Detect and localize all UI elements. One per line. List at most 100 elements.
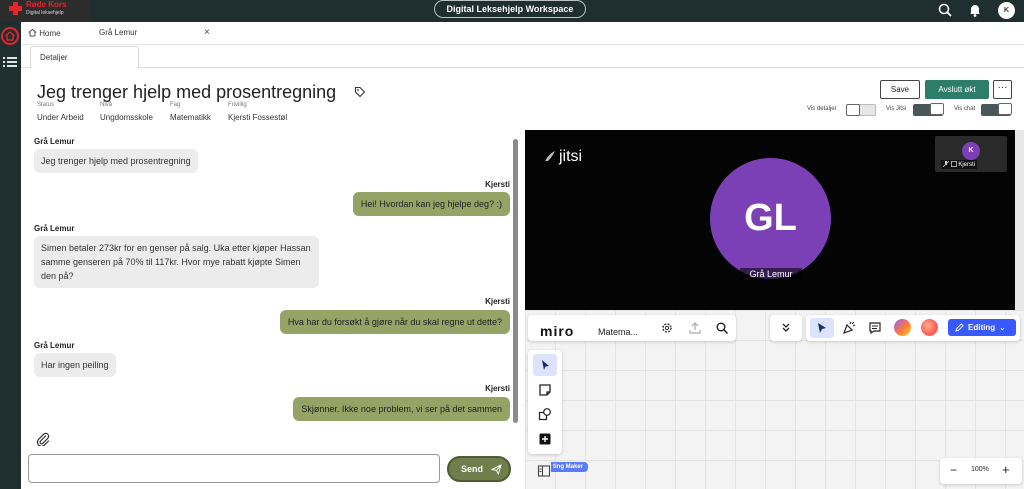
more-options-button[interactable]: ···: [993, 80, 1012, 99]
list-icon[interactable]: [3, 56, 17, 68]
volunteer-value: Kjersti Fossestøl: [228, 113, 288, 122]
jitsi-video-panel: jitsi GL Grå Lemur K Kjersti: [525, 130, 1015, 310]
level-label: Nivå: [100, 102, 113, 108]
sidebar-panel-icon[interactable]: [537, 464, 551, 478]
top-bar: Røde Kors Digital leksehjelp Digital Lek…: [0, 0, 1024, 22]
subject-value: Matematikk: [170, 113, 211, 122]
workspace-name[interactable]: Digital Leksehjelp Workspace: [434, 0, 586, 18]
tab-details[interactable]: Detaljer: [30, 46, 139, 68]
miro-board-panel[interactable]: miro Matema... Editing ⌄ ting Maker − 10…: [525, 310, 1024, 489]
message-sender: Kjersti: [485, 297, 510, 306]
plus-square-icon: [539, 433, 551, 445]
settings-icon[interactable]: [660, 321, 674, 335]
cursor-icon: [818, 323, 826, 333]
search-icon[interactable]: [715, 321, 729, 335]
chat-scrollbar[interactable]: [513, 139, 518, 423]
chevron-double-down-icon[interactable]: [779, 321, 793, 335]
collapse-panel: [770, 315, 802, 341]
tag-icon[interactable]: [354, 86, 366, 98]
zoom-out-button[interactable]: −: [950, 463, 957, 477]
collaborator-cursor-label: ting Maker: [551, 462, 589, 472]
participant-name: Grå Lemur: [740, 268, 802, 280]
subject-label: Fag: [170, 102, 181, 108]
toggle-jitsi[interactable]: [913, 103, 944, 116]
jitsi-logo: jitsi: [543, 148, 582, 166]
tool-palette: [528, 350, 562, 454]
participant-avatar: GL: [710, 158, 831, 279]
self-view-thumbnail[interactable]: K Kjersti: [935, 136, 1007, 172]
ai-assist-icon[interactable]: [921, 319, 938, 336]
toggle-chat-label: Vis chat: [954, 106, 976, 112]
incoming-message: Simen betaler 273kr for en genser på sal…: [34, 236, 319, 288]
subtab-divider: [21, 67, 1024, 68]
collaboration-toolbar: Editing ⌄: [806, 315, 1020, 341]
chat-input[interactable]: [28, 454, 440, 483]
bell-icon[interactable]: [967, 2, 983, 18]
celebrate-icon[interactable]: [842, 321, 856, 335]
cursor-toggle-button[interactable]: [810, 318, 834, 338]
save-button[interactable]: Save: [880, 80, 920, 99]
message-sender: Grå Lemur: [34, 224, 75, 233]
editing-label: Editing: [968, 323, 996, 332]
outgoing-message: Hei! Hvordan kan jeg hjelpe deg? :): [352, 192, 510, 216]
end-session-button[interactable]: Avslutt økt: [925, 80, 989, 99]
mic-muted-icon: [942, 160, 950, 168]
sticky-note-tool-button[interactable]: [533, 379, 557, 401]
shapes-tool-button[interactable]: [533, 403, 557, 425]
shapes-icon: [538, 408, 551, 421]
app-root: Røde Kors Digital leksehjelp Digital Lek…: [0, 0, 1024, 489]
sticky-note-icon: [539, 384, 551, 396]
jitsi-logo-text: jitsi: [559, 148, 583, 165]
jitsi-logo-icon: [545, 151, 555, 161]
workspace-tabs: Home Grå Lemur ×: [21, 22, 1024, 45]
send-label: Send: [461, 464, 484, 474]
select-tool-button[interactable]: [533, 354, 557, 376]
home-icon[interactable]: [1, 27, 19, 45]
status-label: Status: [37, 102, 55, 108]
pencil-icon: [955, 323, 964, 332]
zoom-controls: − 100% +: [940, 458, 1022, 484]
outgoing-message: Skjønner. Ikke noe problem, vi ser på de…: [293, 397, 510, 421]
level-value: Ungdomsskole: [100, 113, 153, 122]
toggle-details-label: Vis detaljer: [807, 106, 837, 112]
user-avatar[interactable]: K: [998, 2, 1015, 19]
red-cross-logo[interactable]: Røde Kors Digital leksehjelp: [0, 0, 90, 22]
message-sender: Kjersti: [485, 180, 510, 189]
self-name: Kjersti: [941, 160, 978, 169]
outgoing-message: Hva har du forsøkt å gjøre når du skal r…: [279, 310, 510, 334]
incoming-message: Jeg trenger hjelp med prosentregning: [34, 149, 198, 173]
home-tab-icon: [28, 28, 37, 37]
tab-record[interactable]: Grå Lemur: [99, 28, 137, 37]
self-name-label: Kjersti: [958, 162, 976, 168]
tab-home[interactable]: Home: [28, 28, 61, 38]
toggle-knob: [846, 104, 860, 116]
tab-close-button[interactable]: ×: [204, 27, 210, 38]
status-value: Under Arbeid: [37, 113, 84, 122]
message-sender: Grå Lemur: [34, 137, 75, 146]
incoming-message: Har ingen peiling: [34, 353, 116, 377]
add-tool-button[interactable]: [533, 428, 557, 450]
jitsi-scrollbar[interactable]: [1015, 130, 1024, 310]
tab-home-label: Home: [39, 29, 61, 38]
miro-logo: miro: [540, 323, 575, 339]
toggle-chat[interactable]: [981, 103, 1012, 116]
moderator-icon: [950, 161, 957, 167]
comment-icon[interactable]: [868, 321, 882, 335]
left-rail: [0, 22, 21, 489]
zoom-in-button[interactable]: +: [1002, 462, 1010, 477]
zoom-level[interactable]: 100%: [971, 466, 989, 473]
send-button[interactable]: Send: [447, 456, 511, 482]
reactions-icon[interactable]: [894, 319, 911, 336]
paperclip-icon[interactable]: [36, 432, 50, 446]
board-name[interactable]: Matema...: [598, 327, 638, 337]
select-arrow-icon: [542, 360, 549, 370]
search-icon[interactable]: [937, 2, 953, 18]
send-icon: [491, 464, 502, 475]
toggle-knob: [930, 103, 944, 115]
toggle-knob: [998, 103, 1012, 115]
upload-icon[interactable]: [688, 321, 702, 335]
toggle-details[interactable]: [846, 104, 876, 116]
editing-mode-button[interactable]: Editing ⌄: [948, 319, 1016, 336]
logo-subtitle: Digital leksehjelp: [26, 10, 64, 16]
chevron-down-icon: ⌄: [999, 325, 1006, 332]
